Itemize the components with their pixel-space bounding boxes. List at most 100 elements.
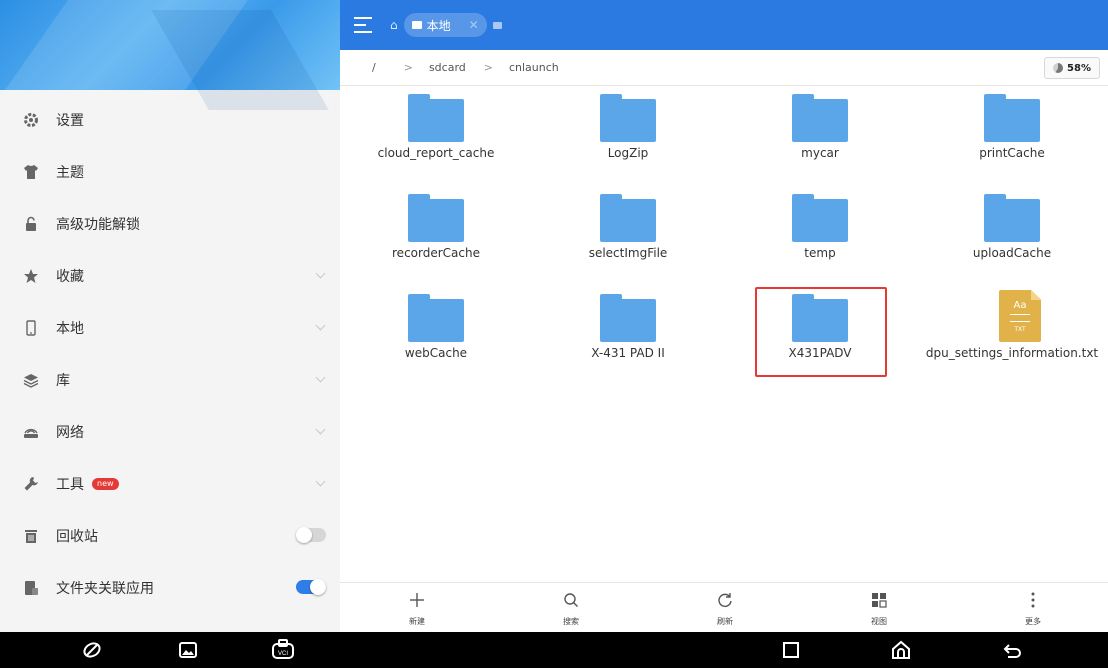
sidebar-item-folder-associate-apps[interactable]: 文件夹关联应用 bbox=[0, 562, 340, 614]
new-button[interactable]: 新建 bbox=[340, 583, 494, 633]
file-item[interactable]: printCache bbox=[916, 88, 1108, 188]
sidebar-item-local[interactable]: 本地 bbox=[0, 302, 340, 354]
sidebar-item-settings[interactable]: 设置 bbox=[0, 94, 340, 146]
file-name: X-431 PAD II bbox=[591, 346, 665, 360]
device-icon bbox=[411, 21, 422, 29]
sidebar-menu: 设置 主题 高级功能解锁 收藏 本地 库 网络 工具 new 回收站 文件夹关联… bbox=[0, 94, 340, 614]
pie-chart-icon bbox=[1053, 63, 1064, 73]
gallery-icon[interactable] bbox=[174, 638, 202, 662]
sidebar-item-label: 文件夹关联应用 bbox=[56, 581, 154, 597]
file-item[interactable]: webCache bbox=[340, 288, 532, 388]
folder-icon bbox=[792, 194, 848, 242]
tshirt-icon bbox=[22, 163, 40, 181]
folder-icon bbox=[408, 294, 464, 342]
sidebar-item-tools[interactable]: 工具 new bbox=[0, 458, 340, 510]
folder-icon bbox=[600, 94, 656, 142]
folder-icon bbox=[792, 94, 848, 142]
vci-icon[interactable]: VCI bbox=[268, 638, 298, 662]
home-nav-icon[interactable] bbox=[888, 638, 914, 662]
file-item[interactable]: temp bbox=[724, 188, 916, 288]
recycle-bin-toggle[interactable] bbox=[296, 527, 326, 543]
more-button[interactable]: 更多 bbox=[956, 583, 1108, 633]
bottom-action-bar: 新建 搜索 刷新 视图 更多 bbox=[340, 582, 1108, 632]
sidebar-item-label: 收藏 bbox=[56, 269, 84, 285]
chevron-down-icon[interactable] bbox=[315, 372, 326, 383]
breadcrumb-cnlaunch[interactable]: cnlaunch bbox=[509, 61, 559, 74]
file-name: LogZip bbox=[607, 146, 649, 160]
file-item[interactable]: cloud_report_cache bbox=[340, 88, 532, 188]
text-file-icon: Aa TXT bbox=[999, 290, 1041, 342]
wrench-icon bbox=[22, 475, 40, 493]
trash-icon bbox=[22, 527, 40, 545]
chevron-down-icon[interactable] bbox=[315, 320, 326, 331]
file-item[interactable]: mycar bbox=[724, 88, 916, 188]
recent-apps-icon[interactable] bbox=[778, 638, 804, 662]
file-name: selectImgFile bbox=[588, 246, 668, 260]
breadcrumb-root[interactable]: / bbox=[372, 61, 376, 74]
breadcrumb-sdcard[interactable]: sdcard bbox=[429, 61, 466, 74]
storage-percent: 58% bbox=[1067, 62, 1091, 74]
file-item[interactable]: X-431 PAD II bbox=[532, 288, 724, 388]
refresh-icon bbox=[648, 589, 802, 611]
sidebar-item-label: 主题 bbox=[56, 165, 84, 181]
file-item[interactable]: LogZip bbox=[532, 88, 724, 188]
grid-view-icon bbox=[802, 589, 956, 611]
phone-icon bbox=[22, 319, 40, 337]
close-icon[interactable]: ✕ bbox=[469, 18, 479, 32]
search-icon bbox=[494, 589, 648, 611]
file-item[interactable]: selectImgFile bbox=[532, 188, 724, 288]
network-icon bbox=[22, 423, 40, 441]
folder-icon bbox=[408, 94, 464, 142]
main-panel: ⌂ 本地 ✕ / > sdcard > cnlaunch 58% cloud_r… bbox=[340, 0, 1108, 632]
view-button[interactable]: 视图 bbox=[802, 583, 956, 633]
file-item[interactable]: Aa TXT dpu_settings_information.txt bbox=[916, 288, 1108, 388]
search-button[interactable]: 搜索 bbox=[494, 583, 648, 633]
storage-usage-button[interactable]: 58% bbox=[1044, 57, 1100, 79]
layers-icon bbox=[22, 371, 40, 389]
breadcrumb: / > sdcard > cnlaunch 58% bbox=[340, 50, 1108, 86]
chevron-down-icon[interactable] bbox=[315, 268, 326, 279]
file-item[interactable]: uploadCache bbox=[916, 188, 1108, 288]
refresh-button[interactable]: 刷新 bbox=[648, 583, 802, 633]
chevron-down-icon[interactable] bbox=[315, 424, 326, 435]
folder-icon bbox=[600, 294, 656, 342]
tab-local[interactable]: 本地 ✕ bbox=[403, 13, 487, 37]
gear-icon bbox=[22, 111, 40, 129]
file-item[interactable]: recorderCache bbox=[340, 188, 532, 288]
highlight-box bbox=[755, 287, 887, 377]
browser-icon[interactable] bbox=[78, 638, 106, 662]
file-name: uploadCache bbox=[972, 246, 1052, 260]
top-toolbar: ⌂ 本地 ✕ bbox=[340, 0, 1108, 50]
file-name: printCache bbox=[979, 146, 1045, 160]
back-icon[interactable] bbox=[1000, 638, 1026, 662]
unlock-icon bbox=[22, 215, 40, 233]
folder-associate-toggle[interactable] bbox=[296, 579, 326, 595]
folder-icon bbox=[600, 194, 656, 242]
sidebar-item-label: 工具 bbox=[56, 477, 84, 493]
menu-icon[interactable] bbox=[354, 17, 372, 33]
sidebar: 设置 主题 高级功能解锁 收藏 本地 库 网络 工具 new 回收站 文件夹关联… bbox=[0, 0, 340, 632]
sidebar-item-unlock[interactable]: 高级功能解锁 bbox=[0, 198, 340, 250]
new-tab-icon[interactable] bbox=[492, 21, 502, 29]
system-nav-bar: VCI bbox=[0, 632, 1108, 668]
sidebar-item-network[interactable]: 网络 bbox=[0, 406, 340, 458]
chevron-right-icon: > bbox=[483, 61, 493, 74]
file-name: cloud_report_cache bbox=[377, 146, 495, 160]
home-icon[interactable]: ⌂ bbox=[390, 18, 398, 32]
new-badge: new bbox=[92, 478, 119, 490]
sidebar-item-favorites[interactable]: 收藏 bbox=[0, 250, 340, 302]
chevron-down-icon[interactable] bbox=[315, 476, 326, 487]
sidebar-item-library[interactable]: 库 bbox=[0, 354, 340, 406]
folder-icon bbox=[408, 194, 464, 242]
file-name: webCache bbox=[404, 346, 468, 360]
sidebar-item-theme[interactable]: 主题 bbox=[0, 146, 340, 198]
folder-app-icon bbox=[22, 579, 40, 597]
sidebar-header-banner bbox=[0, 0, 340, 110]
tab-label: 本地 bbox=[426, 18, 451, 33]
sidebar-item-label: 设置 bbox=[56, 113, 84, 129]
sidebar-item-label: 本地 bbox=[56, 321, 84, 337]
file-name: temp bbox=[804, 246, 836, 260]
folder-icon bbox=[984, 194, 1040, 242]
star-icon bbox=[22, 267, 40, 285]
sidebar-item-recycle-bin[interactable]: 回收站 bbox=[0, 510, 340, 562]
